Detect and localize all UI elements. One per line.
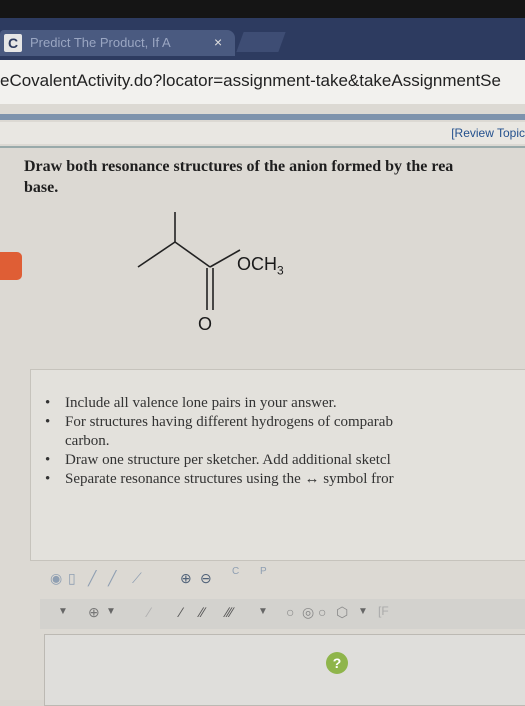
bond-triple-icon[interactable]: ∕∕∕ — [226, 604, 233, 620]
chevron-down-icon[interactable]: ▼ — [58, 606, 68, 617]
zoom-in-icon[interactable]: ⊕ — [180, 570, 192, 587]
template-p-icon[interactable]: P — [260, 566, 267, 577]
ring-icon[interactable]: ◎ — [302, 604, 314, 621]
new-tab-button[interactable] — [236, 32, 286, 52]
instruction-item: • Separate resonance structures using the… — [45, 471, 394, 487]
arrow-tool-icon[interactable]: ⟋ — [132, 570, 142, 587]
tab-title: Predict The Product, If A — [30, 35, 171, 50]
header-divider — [0, 114, 525, 120]
ring-icon[interactable]: ⬡ — [336, 604, 348, 621]
add-charge-icon[interactable]: ⊕ — [88, 604, 100, 621]
tab-close-icon[interactable]: × — [214, 34, 222, 50]
question-line-1: Draw both resonance structures of the an… — [24, 158, 454, 175]
ring-icon[interactable]: ○ — [286, 604, 294, 620]
chevron-down-icon[interactable]: ▼ — [258, 606, 268, 617]
sketcher-toolbar-bottom: ▼ ⊕ ▼ ⁄ ⁄ ∕∕ ∕∕∕ ▼ ○ ◎ ○ ⬡ ▼ [F — [40, 599, 525, 629]
methyl-bond-left — [137, 241, 176, 268]
address-bar[interactable]: eCovalentActivity.do?locator=assignment-… — [0, 60, 525, 105]
assignment-page: [Review Topic Draw both resonance struct… — [0, 104, 525, 706]
bond-double-icon[interactable]: ∕∕ — [200, 604, 205, 620]
ring-icon[interactable]: ○ — [318, 604, 326, 620]
browser-tab[interactable]: C Predict The Product, If A × — [0, 30, 235, 56]
chevron-down-icon[interactable]: ▼ — [358, 606, 368, 617]
question-line-2: base. — [24, 179, 59, 196]
review-topics-row: [Review Topic — [0, 122, 525, 144]
url-text: eCovalentActivity.do?locator=assignment-… — [0, 71, 501, 90]
screen-bezel — [0, 0, 525, 18]
site-favicon-icon: C — [4, 34, 22, 52]
bond-single-icon[interactable]: ⁄ — [148, 604, 150, 620]
sketcher-toolbar-top: ◉ ▯ ╱ ╱ ⟋ ⊕ ⊖ C P — [40, 566, 340, 592]
methoxy-label: OCH3 — [237, 254, 284, 278]
bond-tool-icon[interactable]: ╱ — [108, 570, 116, 587]
pencil-icon[interactable]: ╱ — [88, 570, 96, 587]
submit-answer-button[interactable] — [0, 252, 22, 280]
instruction-item: • Draw one structure per sketcher. Add ad… — [45, 452, 391, 468]
chevron-down-icon[interactable]: ▼ — [106, 606, 116, 617]
zoom-out-icon[interactable]: ⊖ — [200, 570, 212, 587]
eraser-icon[interactable]: ◉ — [50, 570, 62, 587]
question-text: Draw both resonance structures of the an… — [24, 156, 525, 198]
chain-bond — [174, 241, 211, 268]
sketcher-canvas[interactable] — [44, 634, 525, 706]
instructions-list: • Include all valence lone pairs in your … — [45, 394, 525, 489]
section-divider — [0, 146, 525, 148]
ester-o-bond — [209, 249, 241, 268]
instruction-item: carbon. — [65, 433, 110, 449]
review-topics-link[interactable]: [Review Topic — [451, 126, 525, 140]
instruction-item: • Include all valence lone pairs in your … — [45, 395, 337, 411]
carbonyl-oxygen-label: O — [198, 314, 213, 334]
bond-wedge-icon[interactable]: ⁄ — [180, 604, 182, 620]
lasso-icon[interactable]: ▯ — [68, 570, 76, 587]
template-c-icon[interactable]: C — [232, 566, 239, 577]
instruction-item: • For structures having different hydroge… — [45, 414, 393, 430]
help-icon[interactable]: ? — [326, 652, 348, 674]
bracket-icon[interactable]: [F — [378, 604, 389, 618]
